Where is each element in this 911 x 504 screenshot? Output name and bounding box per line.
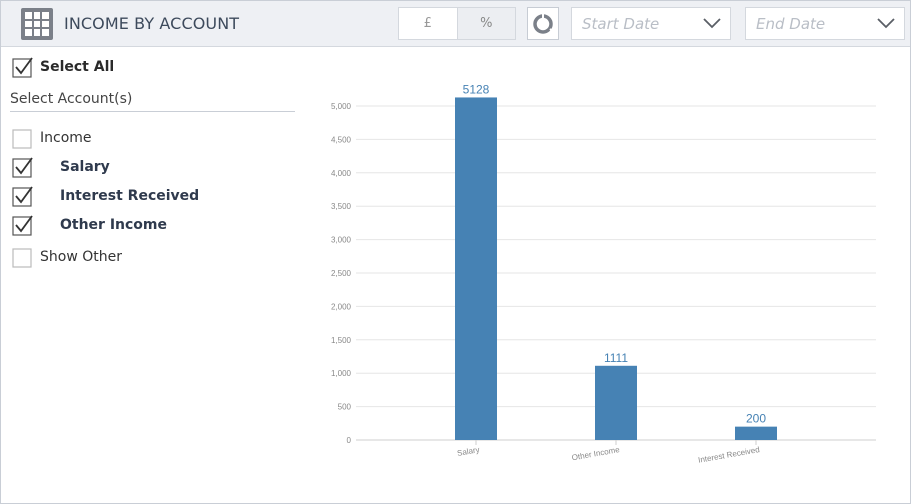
checkbox-unchecked-icon: [12, 128, 32, 149]
select-accounts-label: Select Account(s): [10, 91, 133, 107]
checkbox-checked-icon: [12, 157, 33, 178]
select-all-checkbox[interactable]: Select All: [12, 57, 115, 78]
account-checkbox-income[interactable]: Income: [12, 128, 92, 149]
account-checkbox-other-income[interactable]: Other Income: [12, 215, 168, 236]
x-tick-label: Salary: [456, 445, 480, 458]
checkbox-unchecked-icon: [12, 247, 32, 268]
y-tick-label: 4,500: [331, 135, 352, 144]
start-date-placeholder: Start Date: [582, 15, 660, 33]
bar-value-label: 200: [746, 412, 766, 426]
end-date-select[interactable]: End Date: [745, 7, 905, 40]
account-label: Other Income: [60, 217, 168, 233]
y-tick-label: 0: [347, 436, 352, 445]
y-tick-label: 2,000: [331, 302, 352, 311]
checkbox-checked-icon: [12, 57, 33, 78]
widget-title: INCOME BY ACCOUNT: [64, 14, 240, 33]
show-other-checkbox[interactable]: Show Other: [12, 247, 122, 268]
income-bar-chart: 0 500 1,000 1,500 2,000 2,500 3,000 3,500 4,000 4…: [300, 48, 910, 503]
value-mode-toggle: £ %: [398, 7, 516, 40]
y-tick-label: 2,500: [331, 269, 352, 278]
bar: [455, 97, 497, 441]
bar-value-label: 5128: [463, 82, 490, 96]
account-checkbox-salary[interactable]: Salary: [12, 157, 110, 178]
checkbox-checked-icon: [12, 215, 33, 236]
account-label: Income: [40, 130, 92, 146]
percent-toggle-button[interactable]: %: [456, 8, 515, 39]
x-tick-label: Other Income: [571, 445, 621, 462]
account-label: Salary: [60, 159, 110, 175]
x-tick-label: Interest Received: [697, 445, 760, 465]
chart-canvas: 0 500 1,000 1,500 2,000 2,500 3,000 3,500 4,000 4…: [331, 82, 876, 465]
y-tick-label: 5,000: [331, 102, 352, 111]
bar: [735, 426, 777, 440]
account-label: Interest Received: [60, 188, 200, 204]
y-tick-label: 500: [338, 403, 352, 412]
donut-chart-icon: [533, 13, 554, 34]
y-tick-label: 3,500: [331, 202, 352, 211]
bar-value-label: 1111: [604, 351, 628, 365]
chevron-down-icon: [703, 18, 721, 29]
start-date-select[interactable]: Start Date: [571, 7, 731, 40]
grid-menu-icon[interactable]: [21, 8, 53, 40]
y-tick-label: 1,000: [331, 369, 352, 378]
donut-chart-toggle-button[interactable]: [527, 7, 559, 40]
checkbox-checked-icon: [12, 186, 33, 207]
select-all-label: Select All: [40, 59, 115, 75]
y-tick-label: 3,000: [331, 236, 352, 245]
account-filter-panel: Select All Select Account(s) Income Sala…: [0, 48, 300, 503]
y-tick-label: 1,500: [331, 336, 352, 345]
section-divider: [10, 111, 295, 112]
widget-header: INCOME BY ACCOUNT £ % Start Date End Dat…: [1, 1, 910, 47]
account-checkbox-interest-received[interactable]: Interest Received: [12, 186, 200, 207]
chevron-down-icon: [877, 18, 895, 29]
currency-toggle-button[interactable]: £: [399, 8, 457, 39]
show-other-label: Show Other: [40, 249, 122, 265]
y-tick-label: 4,000: [331, 169, 352, 178]
end-date-placeholder: End Date: [756, 15, 826, 33]
bar: [595, 365, 637, 440]
